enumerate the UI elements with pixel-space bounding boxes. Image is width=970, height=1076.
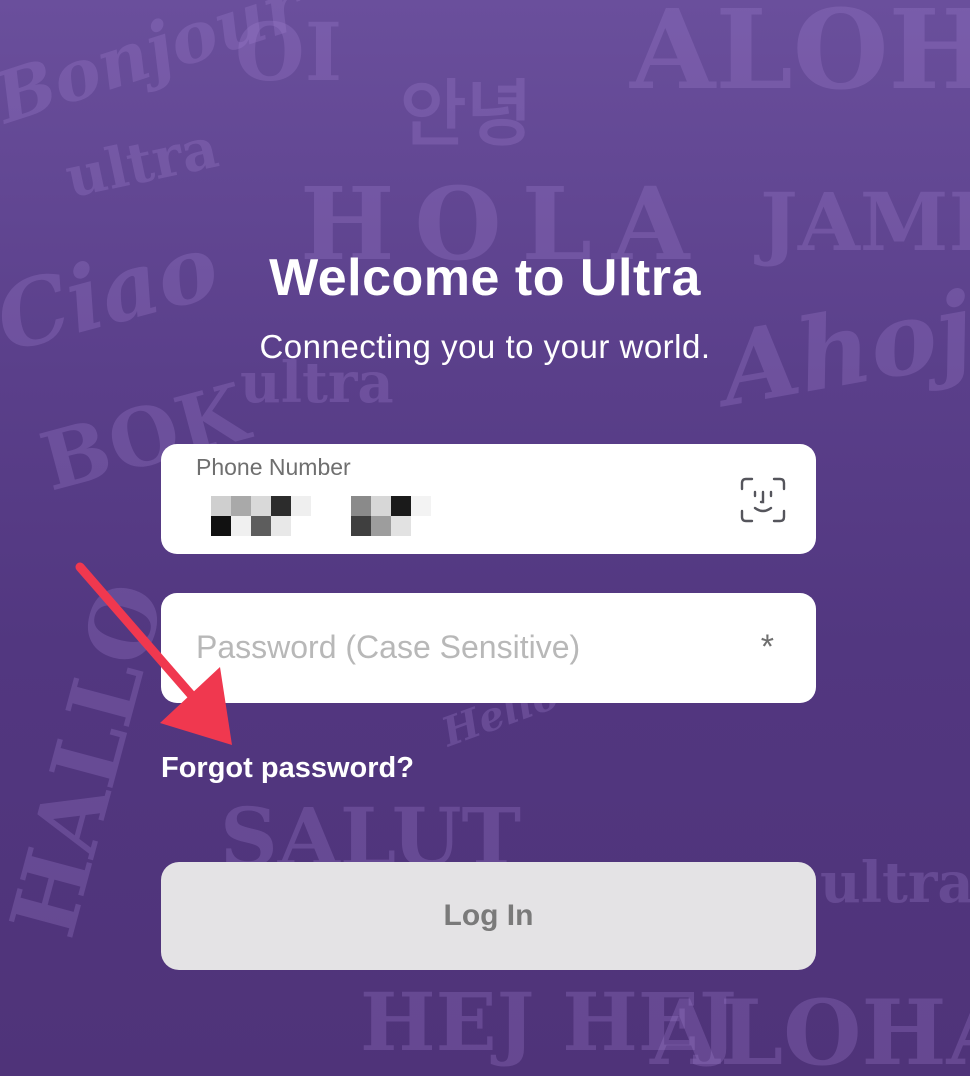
face-id-icon[interactable] — [740, 477, 786, 523]
bg-word: ALOHA — [650, 980, 970, 1076]
phone-number-field[interactable]: Phone Number — [161, 444, 816, 554]
page-subtitle: Connecting you to your world. — [259, 328, 711, 365]
bg-word: 안녕 — [400, 71, 533, 156]
red-arrow-icon — [75, 562, 232, 745]
phone-number-value-redacted — [211, 496, 441, 536]
forgot-password-link[interactable]: Forgot password? — [161, 752, 414, 785]
bg-word: ultra — [59, 114, 224, 212]
bg-word: ALOHA — [630, 0, 970, 114]
page-title: Welcome to Ultra — [269, 249, 701, 307]
log-in-button[interactable]: Log In — [161, 862, 816, 970]
bg-word: ultra — [820, 850, 970, 916]
phone-number-label: Phone Number — [196, 454, 351, 480]
bg-word: OI — [235, 5, 343, 99]
asterisk-icon: * — [760, 628, 774, 666]
